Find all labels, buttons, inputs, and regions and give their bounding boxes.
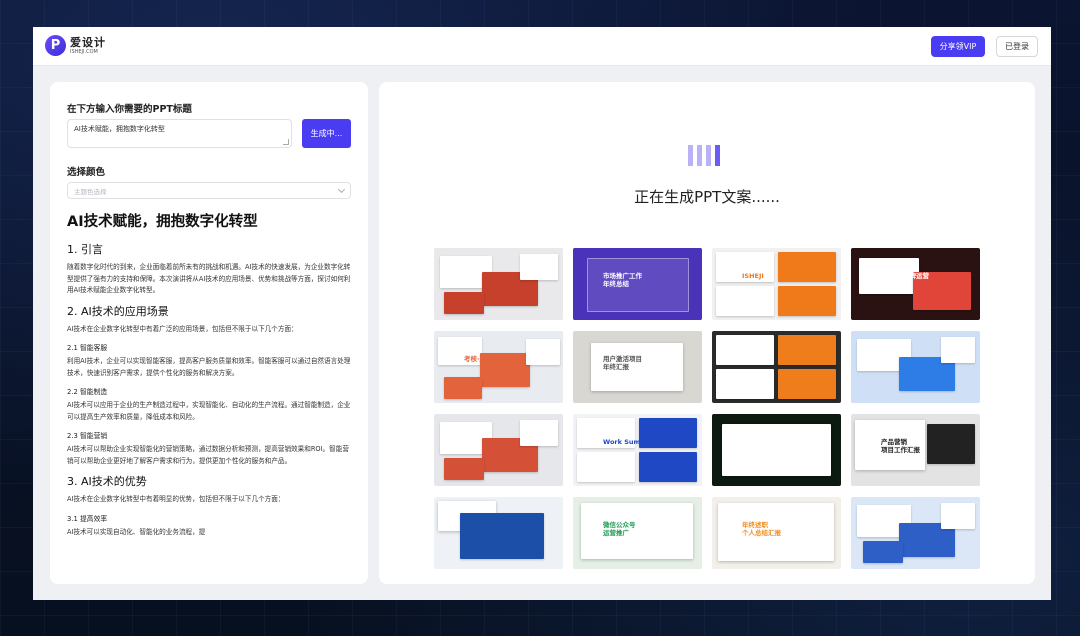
ppt-template-thumbnail[interactable]: 谈判技巧培训 [434, 497, 563, 569]
thumbnail-title: ISHEJI [742, 272, 764, 280]
generated-document: AI技术赋能，拥抱数字化转型 1. 引言 随着数字化时代的到来，企业面临着前所未… [67, 210, 353, 541]
thumbnail-slide [520, 420, 558, 446]
ppt-title-input[interactable]: AI技术赋能，拥抱数字化转型 [67, 119, 292, 148]
subsection-heading: 2.3 智能营销 [67, 432, 108, 440]
input-panel: 在下方输入你需要的PPT标题 AI技术赋能，拥抱数字化转型 生成中... 选择颜… [50, 82, 368, 584]
top-bar: P 爱设计 ISHEJI.COM 分享领VIP 已登录 [33, 27, 1051, 66]
thumbnail-slide [577, 452, 635, 482]
ppt-template-thumbnail[interactable] [434, 414, 563, 486]
logo-icon: P [45, 35, 66, 56]
thumbnail-title: 微信公众号 运营推广 [603, 521, 636, 537]
section-paragraph: AI技术在企业数字化转型中有着明显的优势，包括但不限于以下几个方面： [67, 495, 285, 503]
section-heading: 2. AI技术的应用场景 [67, 304, 169, 318]
thumbnail-title: 数智驱动 共赢未来 [742, 438, 768, 454]
section-paragraph: AI技术在企业数字化转型中有着广泛的应用场景，包括但不限于以下几个方面： [67, 324, 298, 333]
section-paragraph: AI技术可以实现自动化、智能化的业务流程，提 [67, 527, 206, 536]
thumbnail-slide [526, 339, 560, 365]
thumbnail-title: Work Summary [603, 438, 659, 446]
chevron-down-icon [337, 185, 346, 194]
ppt-template-thumbnail[interactable]: ISHEJI [712, 331, 841, 403]
thumbnail-slide [444, 458, 484, 480]
ppt-template-thumbnail[interactable]: 用户激活项目 年终汇报 [573, 331, 702, 403]
ppt-template-thumbnail[interactable] [851, 331, 980, 403]
thumbnail-slide [639, 452, 697, 482]
section-paragraph: 利用AI技术，企业可以实现智能客服，提高客户服务质量和效率。智能客服可以通过自然… [67, 357, 351, 377]
section-paragraph: 随着数字化时代的到来，企业面临着前所未有的挑战和机遇。AI技术的快速发展，为企业… [67, 263, 351, 294]
thumbnail-slide [778, 335, 836, 365]
preview-panel: 正在生成PPT文案...... 市场推广工作 年终总结 ISHEJI 小红书·品牌运… [379, 82, 1035, 584]
ppt-template-thumbnail[interactable]: 年终述职 个人总结汇报 [712, 497, 841, 569]
loading-icon [688, 145, 720, 166]
thumbnail-slide [716, 369, 774, 399]
logo[interactable]: P 爱设计 ISHEJI.COM [45, 35, 106, 56]
ppt-template-thumbnail[interactable]: Work Summary [573, 414, 702, 486]
logged-in-button[interactable]: 已登录 [996, 36, 1038, 57]
ppt-template-thumbnail[interactable]: 小红书·品牌运营 [851, 248, 980, 320]
generating-status: 正在生成PPT文案...... [634, 188, 780, 206]
thumbnail-slide [778, 252, 836, 282]
app-window: P 爱设计 ISHEJI.COM 分享领VIP 已登录 在下方输入你需要的PPT… [33, 27, 1051, 600]
ppt-template-thumbnail[interactable]: 产品营销 项目工作汇报 [851, 414, 980, 486]
ppt-template-thumbnail[interactable] [851, 497, 980, 569]
logo-domain: ISHEJI.COM [70, 48, 98, 55]
thumbnail-title: 产品营销 项目工作汇报 [881, 438, 920, 454]
ppt-template-thumbnail[interactable] [434, 248, 563, 320]
ppt-template-thumbnail[interactable]: 微信公众号 运营推广 [573, 497, 702, 569]
thumbnail-slide [863, 541, 903, 563]
subsection-heading: 3.1 提高效率 [67, 514, 108, 523]
thumbnail-title: 年终述职 个人总结汇报 [742, 521, 781, 537]
section-paragraph: AI技术可以应用于企业的生产制造过程中，实现智能化、自动化的生产流程。通过智能制… [67, 401, 351, 421]
template-grid: 市场推广工作 年终总结 ISHEJI 小红书·品牌运营考核·产品策划 用户激活项目 年… [434, 248, 980, 569]
section-heading: 1. 引言 [67, 243, 103, 256]
subsection-heading: 2.1 智能客服 [67, 344, 108, 352]
section-paragraph: AI技术可以帮助企业实现智能化的营销策略，通过数据分析和预测，提高营销效果和RO… [67, 445, 349, 465]
color-select[interactable]: 主题色选择 [67, 182, 351, 199]
thumbnail-slide [444, 377, 482, 399]
thumbnail-slide [778, 369, 836, 399]
thumbnail-title: 小红书·品牌运营 [881, 272, 929, 280]
thumbnail-slide [520, 254, 558, 280]
color-label: 选择颜色 [67, 167, 106, 178]
share-vip-button[interactable]: 分享领VIP [931, 36, 985, 57]
thumbnail-slide [722, 424, 831, 476]
section-heading: 3. AI技术的优势 [67, 475, 147, 488]
ppt-title-value: AI技术赋能，拥抱数字化转型 [74, 125, 165, 133]
ppt-template-thumbnail[interactable]: 考核·产品策划 [434, 331, 563, 403]
thumbnail-slide [927, 424, 975, 464]
title-label: 在下方输入你需要的PPT标题 [67, 104, 192, 115]
thumbnail-title: 用户激活项目 年终汇报 [603, 355, 642, 371]
thumbnail-title: 谈判技巧培训 [464, 521, 503, 529]
subsection-heading: 2.2 智能制造 [67, 388, 108, 396]
logo-name: 爱设计 [70, 35, 106, 49]
ppt-template-thumbnail[interactable]: 数智驱动 共赢未来 [712, 414, 841, 486]
resize-handle-icon[interactable] [283, 139, 289, 145]
ppt-template-thumbnail[interactable]: 市场推广工作 年终总结 [573, 248, 702, 320]
ppt-template-thumbnail[interactable]: ISHEJI [712, 248, 841, 320]
generate-button[interactable]: 生成中... [302, 119, 351, 148]
thumbnail-title: ISHEJI [742, 355, 764, 363]
thumbnail-slide [941, 503, 975, 529]
thumbnail-slide [716, 286, 774, 316]
thumbnail-slide [941, 337, 975, 363]
color-select-placeholder: 主题色选择 [74, 187, 107, 196]
thumbnail-slide [778, 286, 836, 316]
thumbnail-slide [460, 513, 544, 559]
document-title: AI技术赋能，拥抱数字化转型 [67, 214, 258, 230]
thumbnail-slide [444, 292, 484, 314]
thumbnail-slide [581, 503, 693, 559]
thumbnail-title: 考核·产品策划 [464, 355, 506, 363]
thumbnail-title: 市场推广工作 年终总结 [603, 272, 642, 288]
